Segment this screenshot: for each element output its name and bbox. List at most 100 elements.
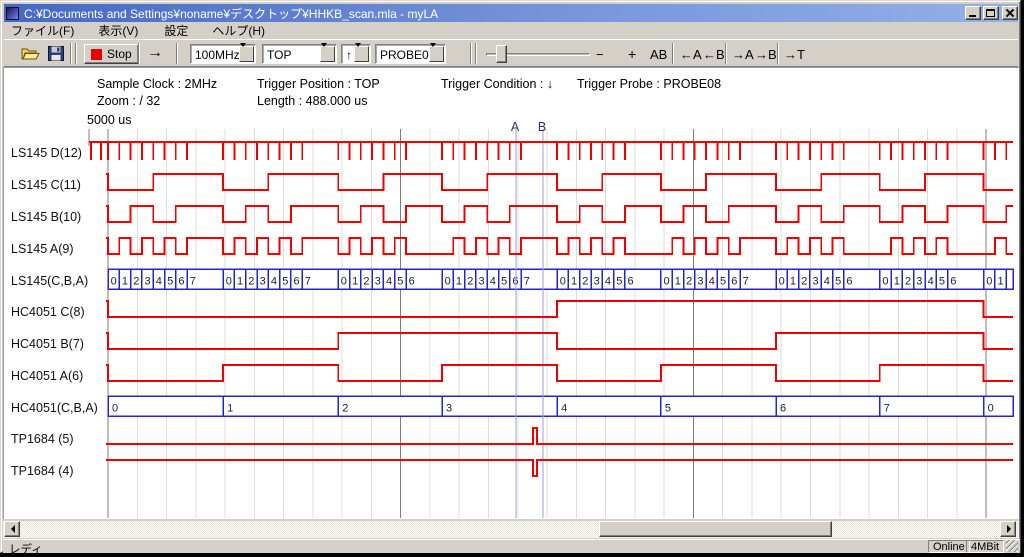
bus-value-digit: 4 [709,276,715,288]
title-bar[interactable]: C:¥Documents and Settings¥noname¥デスクトップ¥… [4,4,1018,22]
maximize-button[interactable] [983,6,999,20]
trigger-position-combobox[interactable]: TOP [262,44,337,64]
bus-value-digit: 2 [363,276,369,288]
bus-value-digit: 0 [226,276,232,288]
bus-value-digit: 0 [986,276,992,288]
open-file-icon[interactable] [21,46,40,61]
status-memory-indicator: 4MBit [966,540,1004,553]
bus-value-digit: 3 [594,276,600,288]
zoom-in-button[interactable]: + [628,46,636,62]
window-title: C:¥Documents and Settings¥noname¥デスクトップ¥… [24,5,963,22]
toolbar-separator [70,43,72,64]
scrollbar-thumb[interactable] [599,521,832,537]
waveform-hc4051-b-7 [106,333,1013,349]
bus-value-digit: 2 [801,276,807,288]
bus-value-digit: 0 [663,276,669,288]
status-bar: レディ Online 4MBit [3,539,1020,553]
bus-value-digit: 3 [260,276,266,288]
bus-value-cell [661,396,776,416]
bus-value-digit: 3 [375,276,381,288]
sample-clock-combobox[interactable]: 100MHz [190,44,256,64]
trigger-probe-value: PROBE00 [380,48,435,62]
bus-value-digit: 1 [790,276,796,288]
bus-value-digit: 1 [237,276,243,288]
bus-value-digit: 2 [582,276,588,288]
bus-value-digit: 5 [167,276,173,288]
bus-value-digit: 1 [571,276,577,288]
bus-value-digit: 4 [824,276,830,288]
minimize-icon [969,15,976,17]
horizontal-scrollbar[interactable] [3,521,1019,538]
trigger-probe-combobox[interactable]: PROBE00 [375,44,446,64]
trigger-edge-combobox[interactable]: ↑ [341,44,371,64]
bus-value-digit: 1 [894,276,900,288]
bus-value-digit: 3 [812,276,818,288]
waveform-plot[interactable]: 0123456701234567012345601234567012345601… [1,1,1024,557]
toolbar-separator [777,43,779,64]
ls145-bus-row: 0123456701234567012345601234567012345601… [108,269,1013,289]
close-button[interactable] [1002,6,1018,20]
sample-clock-dropdown-button[interactable] [239,46,254,62]
bus-value-digit: 3 [697,276,703,288]
bus-value-digit: 1 [456,276,462,288]
bus-value-cell [880,396,984,416]
bus-value-digit: 6 [780,403,786,415]
goto-cursor-a-left-button[interactable]: ←A [680,47,702,62]
trigger-position-value: TOP [267,48,291,62]
app-window: 0123456701234567012345601234567012345601… [0,0,1021,553]
bus-value-digit: 0 [988,403,994,415]
bus-value-digit: 2 [342,403,348,415]
zoom-ab-button[interactable]: AB [650,47,667,62]
minimize-button[interactable] [965,6,981,20]
waveform-ls145-a-9 [106,238,1013,254]
bus-value-digit: 2 [467,276,473,288]
scroll-right-button[interactable] [1000,521,1016,537]
zoom-out-button[interactable]: − [596,47,604,62]
bus-value-digit: 1 [122,276,128,288]
menu-help[interactable]: ヘルプ(H) [205,21,272,40]
waveform-tp1684-5 [106,428,1013,444]
trigger-position-dropdown-button[interactable] [320,46,335,62]
scroll-left-button[interactable] [4,521,20,537]
toolbar: Stop → 100MHz TOP ↑ PROBE00 − + AB ←A ←B [4,39,1018,67]
waveform-hc4051-c-8 [106,301,1013,317]
bus-value-digit: 0 [560,276,566,288]
bus-value-digit: 1 [352,276,358,288]
bus-value-digit: 4 [561,403,567,415]
menu-view[interactable]: 表示(V) [91,21,145,40]
goto-cursor-a-right-button[interactable]: →A [732,47,754,62]
menu-file[interactable]: ファイル(F) [4,21,81,40]
menu-settings[interactable]: 設定 [157,21,195,40]
bus-value-cell [108,396,223,416]
bus-value-digit: 6 [731,276,737,288]
goto-cursor-b-right-button[interactable]: →B [755,47,777,62]
bus-value-digit: 6 [409,276,415,288]
bus-value-digit: 7 [305,276,311,288]
bus-value-digit: 7 [743,276,749,288]
goto-cursor-b-left-button[interactable]: ←B [703,47,725,62]
chevron-down-icon [240,43,246,67]
bus-value-digit: 4 [490,276,496,288]
run-single-button[interactable]: → [147,44,163,62]
stop-square-icon [91,49,102,60]
cursor-a-label: A [511,120,520,134]
zoom-slider-handle[interactable] [496,45,507,63]
toolbar-separator [672,43,674,64]
waveform-hc4051-a-6 [106,365,1013,381]
bus-value-digit: 4 [271,276,277,288]
trigger-edge-dropdown-button[interactable] [354,46,369,62]
save-icon[interactable] [48,46,64,61]
bus-value-cell [442,396,557,416]
hc4051-bus-row: 012345670 [108,396,1013,416]
bus-value-digit: 0 [882,276,888,288]
stop-button[interactable]: Stop [84,44,139,64]
resize-grip[interactable] [1006,540,1018,552]
goto-trigger-button[interactable]: →T [784,47,805,62]
toolbar-separator [470,43,472,64]
bus-value-cell [776,396,880,416]
bus-value-digit: 5 [616,276,622,288]
trigger-probe-dropdown-button[interactable] [429,46,444,62]
bus-value-digit: 6 [950,276,956,288]
bus-value-digit: 2 [905,276,911,288]
bus-value-digit: 6 [846,276,852,288]
